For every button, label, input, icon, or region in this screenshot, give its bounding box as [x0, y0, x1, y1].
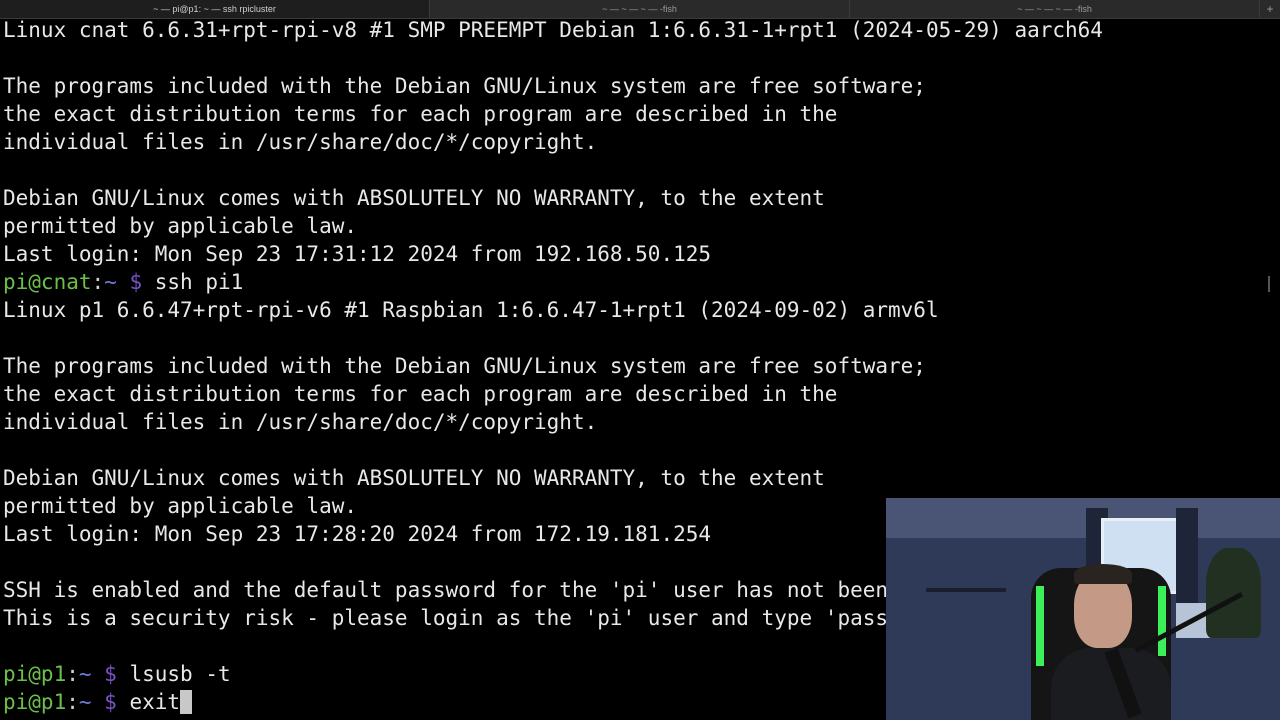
webcam-ceiling [886, 498, 1280, 538]
webcam-plant [1206, 548, 1261, 638]
prompt-separator: : [91, 270, 105, 294]
prompt-separator: : [66, 690, 79, 714]
prompt-user: pi@p1 [3, 662, 67, 686]
tab-label: ~ — ~ — ~ — -fish [1017, 4, 1092, 14]
output-line: the exact distribution terms for each pr… [3, 102, 838, 126]
text-cursor [180, 690, 193, 714]
webcam-chair-light [1036, 586, 1044, 666]
output-line: Debian GNU/Linux comes with ABSOLUTELY N… [3, 466, 825, 490]
prompt-directory: ~ [78, 662, 92, 686]
output-line: the exact distribution terms for each pr… [3, 382, 838, 406]
output-line: Linux p1 6.6.47+rpt-rpi-v6 #1 Raspbian 1… [3, 298, 939, 322]
tab-label: ~ — ~ — ~ — -fish [602, 4, 677, 14]
webcam-chair-light [1158, 586, 1166, 656]
output-line: Debian GNU/Linux comes with ABSOLUTELY N… [3, 186, 825, 210]
command-text: lsusb -t [129, 662, 231, 686]
prompt-symbol: $ [91, 690, 130, 714]
prompt-user: pi@cnat [3, 270, 92, 294]
output-line: The programs included with the Debian GN… [3, 354, 926, 378]
webcam-overlay [886, 498, 1280, 720]
prompt-symbol: $ [116, 270, 155, 294]
output-line: Linux cnat 6.6.31+rpt-rpi-v8 #1 SMP PREE… [3, 18, 1103, 42]
tab-label: ~ — pi@p1: ~ — ssh rpicluster [153, 4, 276, 14]
prompt-user: pi@p1 [3, 690, 67, 714]
prompt-directory: ~ [78, 690, 92, 714]
prompt-symbol: $ [91, 662, 130, 686]
output-line: Last login: Mon Sep 23 17:31:12 2024 fro… [3, 242, 712, 266]
prompt-line: pi@cnat:~ $ ssh pi1 [3, 268, 1280, 296]
command-text: exit [129, 690, 181, 714]
webcam-person-hair [1074, 564, 1132, 584]
webcam-shelf [926, 588, 1006, 592]
command-text: ssh pi1 [154, 270, 244, 294]
prompt-separator: : [66, 662, 79, 686]
output-line: permitted by applicable law. [3, 214, 358, 238]
prompt-directory: ~ [104, 270, 117, 294]
output-line: individual files in /usr/share/doc/*/cop… [3, 410, 598, 434]
scroll-mark [1268, 276, 1270, 292]
output-line: individual files in /usr/share/doc/*/cop… [3, 130, 598, 154]
output-line: The programs included with the Debian GN… [3, 74, 926, 98]
